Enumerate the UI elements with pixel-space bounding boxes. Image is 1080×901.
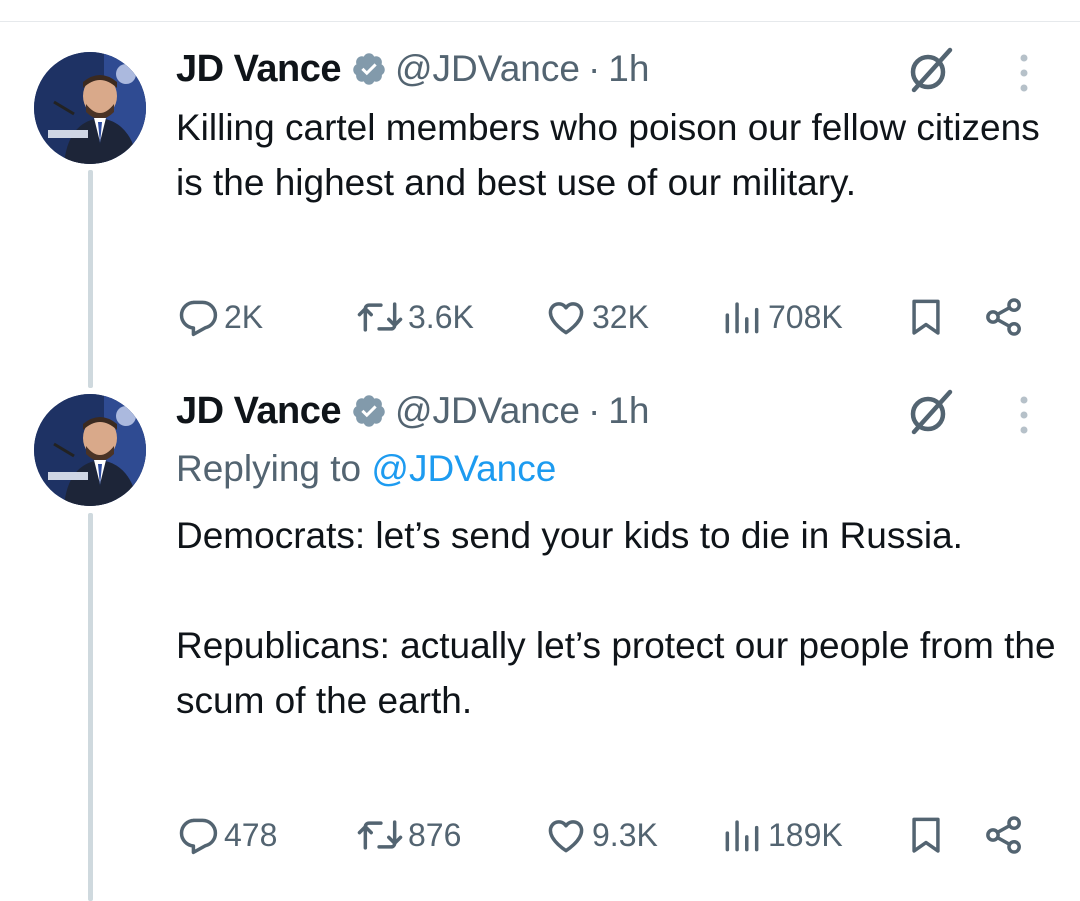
views-button[interactable]: 189K [720,810,843,860]
views-icon [725,820,759,852]
repost-icon [357,302,403,332]
author-name[interactable]: JD Vance [176,48,342,91]
author-name[interactable]: JD Vance [176,390,342,433]
share-icon [986,816,1021,854]
reply-button[interactable]: 2K [176,292,263,342]
views-button[interactable]: 708K [720,292,843,342]
verified-badge-icon [353,395,385,427]
author-handle[interactable]: @JDVance [395,390,580,432]
repost-count: 876 [408,816,462,853]
like-icon [548,820,584,853]
tweet-header: JD Vance @JDVance · 1h [176,386,649,436]
reply-icon [179,818,218,855]
share-button[interactable] [982,292,1026,342]
repost-button[interactable]: 876 [356,810,461,860]
like-button[interactable]: 9.3K [544,810,658,860]
view-count: 189K [768,816,843,853]
repost-count: 3.6K [408,298,474,335]
reply-count: 2K [224,298,264,335]
grok-icon[interactable] [904,386,956,438]
author-handle[interactable]: @JDVance [395,48,580,90]
repost-icon [357,820,403,850]
grok-icon[interactable] [904,44,956,96]
separator-dot: · [587,390,601,431]
reply-icon [179,300,218,337]
like-button[interactable]: 32K [544,292,649,342]
share-icon [986,298,1021,336]
bookmark-button[interactable] [904,810,948,860]
timestamp[interactable]: 1h [608,48,649,90]
view-count: 708K [768,298,843,335]
like-count: 32K [592,298,649,335]
timestamp[interactable]: 1h [608,390,649,432]
tweet[interactable]: JD Vance @JDVance · 1h Replying to @JDVa… [0,380,1080,901]
more-icon[interactable] [1010,388,1038,440]
like-count: 9.3K [592,816,658,853]
avatar[interactable] [34,394,146,506]
tweet-text: Killing cartel members who poison our fe… [176,107,1050,203]
tweet-actions: 2K 3.6K 32K 708K [0,292,1080,342]
tweet-header: JD Vance @JDVance · 1h [176,44,649,94]
bookmark-icon [912,817,940,853]
replying-to: Replying to @JDVance [176,448,556,490]
replying-to-mention[interactable]: @JDVance [371,448,556,489]
avatar-photo [34,394,146,506]
tweet[interactable]: JD Vance @JDVance · 1h Killing cartel me… [0,0,1080,380]
separator-dot: · [587,48,601,89]
tweet-text: Democrats: let’s send your kids to die i… [176,515,1056,721]
verified-badge-icon [353,53,385,85]
like-icon [548,302,584,335]
avatar-photo [34,52,146,164]
bookmark-button[interactable] [904,292,948,342]
share-button[interactable] [982,810,1026,860]
more-icon[interactable] [1010,46,1038,98]
bookmark-icon [912,299,940,335]
avatar[interactable] [34,52,146,164]
reply-count: 478 [224,816,278,853]
reply-button[interactable]: 478 [176,810,277,860]
replying-to-label: Replying to [176,448,362,489]
views-icon [725,302,759,334]
repost-button[interactable]: 3.6K [356,292,474,342]
tweet-actions: 478 876 9.3K 189K [0,810,1080,860]
